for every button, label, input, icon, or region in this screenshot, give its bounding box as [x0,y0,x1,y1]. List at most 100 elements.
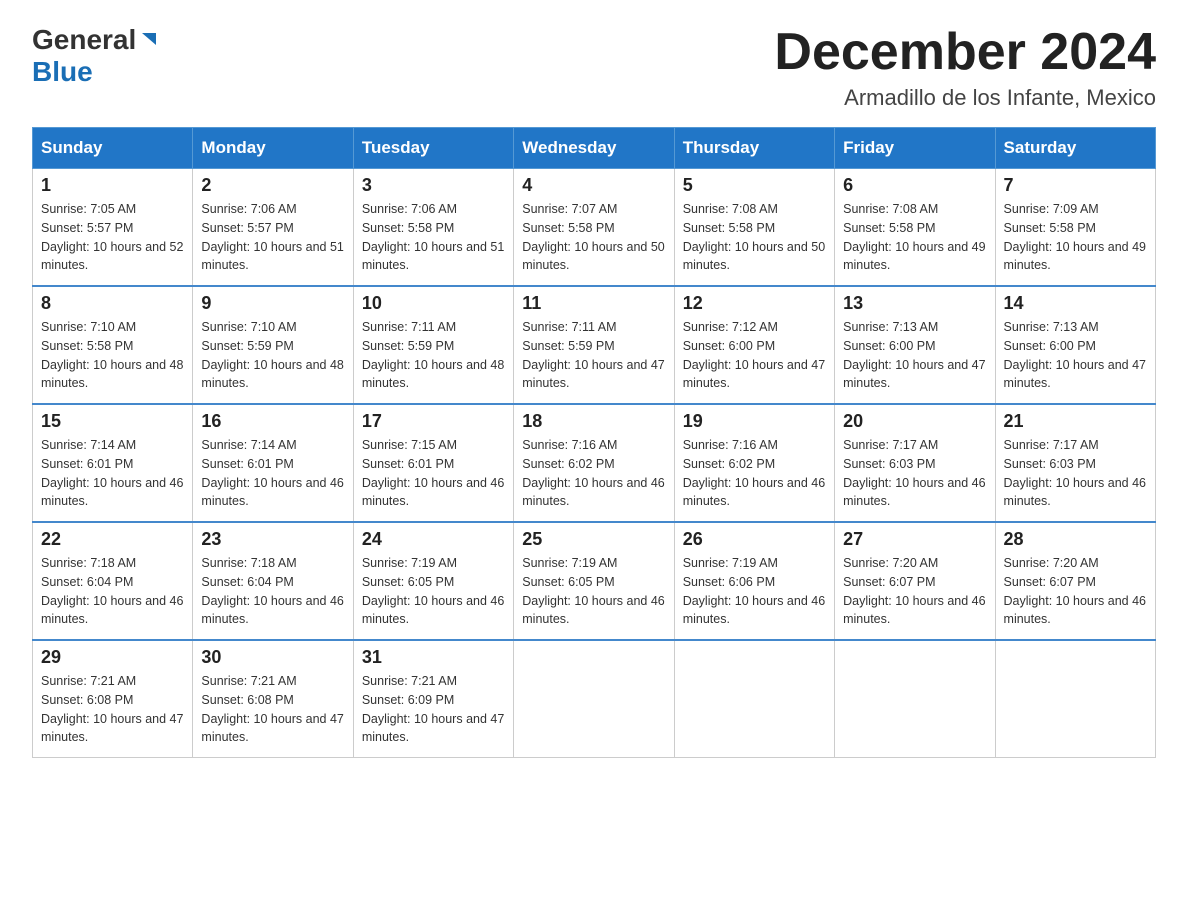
day-number: 14 [1004,293,1147,314]
calendar-cell: 7Sunrise: 7:09 AMSunset: 5:58 PMDaylight… [995,169,1155,287]
day-info: Sunrise: 7:15 AMSunset: 6:01 PMDaylight:… [362,436,505,511]
day-info: Sunrise: 7:18 AMSunset: 6:04 PMDaylight:… [201,554,344,629]
day-info: Sunrise: 7:11 AMSunset: 5:59 PMDaylight:… [522,318,665,393]
day-number: 19 [683,411,826,432]
day-number: 31 [362,647,505,668]
day-number: 5 [683,175,826,196]
calendar-cell: 3Sunrise: 7:06 AMSunset: 5:58 PMDaylight… [353,169,513,287]
day-number: 9 [201,293,344,314]
day-info: Sunrise: 7:14 AMSunset: 6:01 PMDaylight:… [201,436,344,511]
day-number: 21 [1004,411,1147,432]
day-number: 26 [683,529,826,550]
calendar-cell [835,640,995,758]
calendar-cell: 17 Sunrise: 7:15 AMSunset: 6:01 PMDayligh… [353,404,513,522]
calendar-cell [674,640,834,758]
day-number: 2 [201,175,344,196]
day-number: 15 [41,411,184,432]
day-number: 13 [843,293,986,314]
day-number: 18 [522,411,665,432]
calendar-cell: 21 Sunrise: 7:17 AMSunset: 6:03 PMDayligh… [995,404,1155,522]
day-info: Sunrise: 7:05 AMSunset: 5:57 PMDaylight:… [41,200,184,275]
calendar-table: SundayMondayTuesdayWednesdayThursdayFrid… [32,127,1156,758]
day-number: 29 [41,647,184,668]
calendar-cell: 14 Sunrise: 7:13 AMSunset: 6:00 PMDayligh… [995,286,1155,404]
calendar-cell: 24Sunrise: 7:19 AMSunset: 6:05 PMDayligh… [353,522,513,640]
week-row-3: 15 Sunrise: 7:14 AMSunset: 6:01 PMDayligh… [33,404,1156,522]
day-number: 25 [522,529,665,550]
day-number: 30 [201,647,344,668]
day-number: 27 [843,529,986,550]
calendar-cell: 19Sunrise: 7:16 AMSunset: 6:02 PMDayligh… [674,404,834,522]
day-number: 23 [201,529,344,550]
day-info: Sunrise: 7:10 AMSunset: 5:59 PMDaylight:… [201,318,344,393]
calendar-cell: 13 Sunrise: 7:13 AMSunset: 6:00 PMDayligh… [835,286,995,404]
day-number: 4 [522,175,665,196]
weekday-header-monday: Monday [193,128,353,169]
month-year-title: December 2024 [774,24,1156,81]
calendar-cell: 23 Sunrise: 7:18 AMSunset: 6:04 PMDayligh… [193,522,353,640]
calendar-cell: 26 Sunrise: 7:19 AMSunset: 6:06 PMDayligh… [674,522,834,640]
calendar-cell: 25 Sunrise: 7:19 AMSunset: 6:05 PMDayligh… [514,522,674,640]
day-info: Sunrise: 7:08 AMSunset: 5:58 PMDaylight:… [683,200,826,275]
day-number: 17 [362,411,505,432]
calendar-cell: 22 Sunrise: 7:18 AMSunset: 6:04 PMDayligh… [33,522,193,640]
calendar-cell: 28 Sunrise: 7:20 AMSunset: 6:07 PMDayligh… [995,522,1155,640]
calendar-cell: 6 Sunrise: 7:08 AMSunset: 5:58 PMDaylight… [835,169,995,287]
calendar-cell: 2 Sunrise: 7:06 AMSunset: 5:57 PMDaylight… [193,169,353,287]
day-info: Sunrise: 7:13 AMSunset: 6:00 PMDaylight:… [1004,318,1147,393]
day-info: Sunrise: 7:21 AMSunset: 6:09 PMDaylight:… [362,672,505,747]
calendar-cell: 15Sunrise: 7:14 AMSunset: 6:01 PMDayligh… [33,404,193,522]
calendar-cell: 9 Sunrise: 7:10 AMSunset: 5:59 PMDaylight… [193,286,353,404]
weekday-header-thursday: Thursday [674,128,834,169]
day-number: 12 [683,293,826,314]
day-info: Sunrise: 7:19 AMSunset: 6:05 PMDaylight:… [522,554,665,629]
calendar-cell: 8 Sunrise: 7:10 AMSunset: 5:58 PMDaylight… [33,286,193,404]
day-info: Sunrise: 7:13 AMSunset: 6:00 PMDaylight:… [843,318,986,393]
weekday-header-saturday: Saturday [995,128,1155,169]
logo-arrow-icon [138,31,156,54]
day-number: 22 [41,529,184,550]
calendar-cell: 30Sunrise: 7:21 AMSunset: 6:08 PMDayligh… [193,640,353,758]
day-info: Sunrise: 7:20 AMSunset: 6:07 PMDaylight:… [1004,554,1147,629]
day-info: Sunrise: 7:18 AMSunset: 6:04 PMDaylight:… [41,554,184,629]
weekday-header-friday: Friday [835,128,995,169]
day-number: 10 [362,293,505,314]
day-number: 6 [843,175,986,196]
day-info: Sunrise: 7:21 AMSunset: 6:08 PMDaylight:… [41,672,184,747]
calendar-cell: 12 Sunrise: 7:12 AMSunset: 6:00 PMDayligh… [674,286,834,404]
day-number: 28 [1004,529,1147,550]
week-row-1: 1Sunrise: 7:05 AMSunset: 5:57 PMDaylight… [33,169,1156,287]
logo-general-text: General [32,24,136,56]
logo: General Blue [32,24,156,88]
calendar-cell: 18 Sunrise: 7:16 AMSunset: 6:02 PMDayligh… [514,404,674,522]
calendar-cell: 27 Sunrise: 7:20 AMSunset: 6:07 PMDayligh… [835,522,995,640]
calendar-cell: 16 Sunrise: 7:14 AMSunset: 6:01 PMDayligh… [193,404,353,522]
calendar-cell [514,640,674,758]
day-number: 24 [362,529,505,550]
calendar-cell: 4 Sunrise: 7:07 AMSunset: 5:58 PMDaylight… [514,169,674,287]
day-info: Sunrise: 7:10 AMSunset: 5:58 PMDaylight:… [41,318,184,393]
day-number: 8 [41,293,184,314]
day-info: Sunrise: 7:06 AMSunset: 5:57 PMDaylight:… [201,200,344,275]
day-info: Sunrise: 7:08 AMSunset: 5:58 PMDaylight:… [843,200,986,275]
weekday-header-row: SundayMondayTuesdayWednesdayThursdayFrid… [33,128,1156,169]
day-info: Sunrise: 7:09 AMSunset: 5:58 PMDaylight:… [1004,200,1147,275]
day-number: 16 [201,411,344,432]
day-info: Sunrise: 7:16 AMSunset: 6:02 PMDaylight:… [522,436,665,511]
day-info: Sunrise: 7:07 AMSunset: 5:58 PMDaylight:… [522,200,665,275]
weekday-header-tuesday: Tuesday [353,128,513,169]
title-block: December 2024 Armadillo de los Infante, … [774,24,1156,111]
calendar-cell: 31 Sunrise: 7:21 AMSunset: 6:09 PMDayligh… [353,640,513,758]
week-row-2: 8 Sunrise: 7:10 AMSunset: 5:58 PMDaylight… [33,286,1156,404]
week-row-4: 22 Sunrise: 7:18 AMSunset: 6:04 PMDayligh… [33,522,1156,640]
day-info: Sunrise: 7:12 AMSunset: 6:00 PMDaylight:… [683,318,826,393]
calendar-cell: 1Sunrise: 7:05 AMSunset: 5:57 PMDaylight… [33,169,193,287]
day-info: Sunrise: 7:20 AMSunset: 6:07 PMDaylight:… [843,554,986,629]
logo-blue-text: Blue [32,56,93,88]
weekday-header-wednesday: Wednesday [514,128,674,169]
calendar-cell [995,640,1155,758]
calendar-cell: 11Sunrise: 7:11 AMSunset: 5:59 PMDayligh… [514,286,674,404]
day-info: Sunrise: 7:17 AMSunset: 6:03 PMDaylight:… [1004,436,1147,511]
day-info: Sunrise: 7:19 AMSunset: 6:06 PMDaylight:… [683,554,826,629]
weekday-header-sunday: Sunday [33,128,193,169]
